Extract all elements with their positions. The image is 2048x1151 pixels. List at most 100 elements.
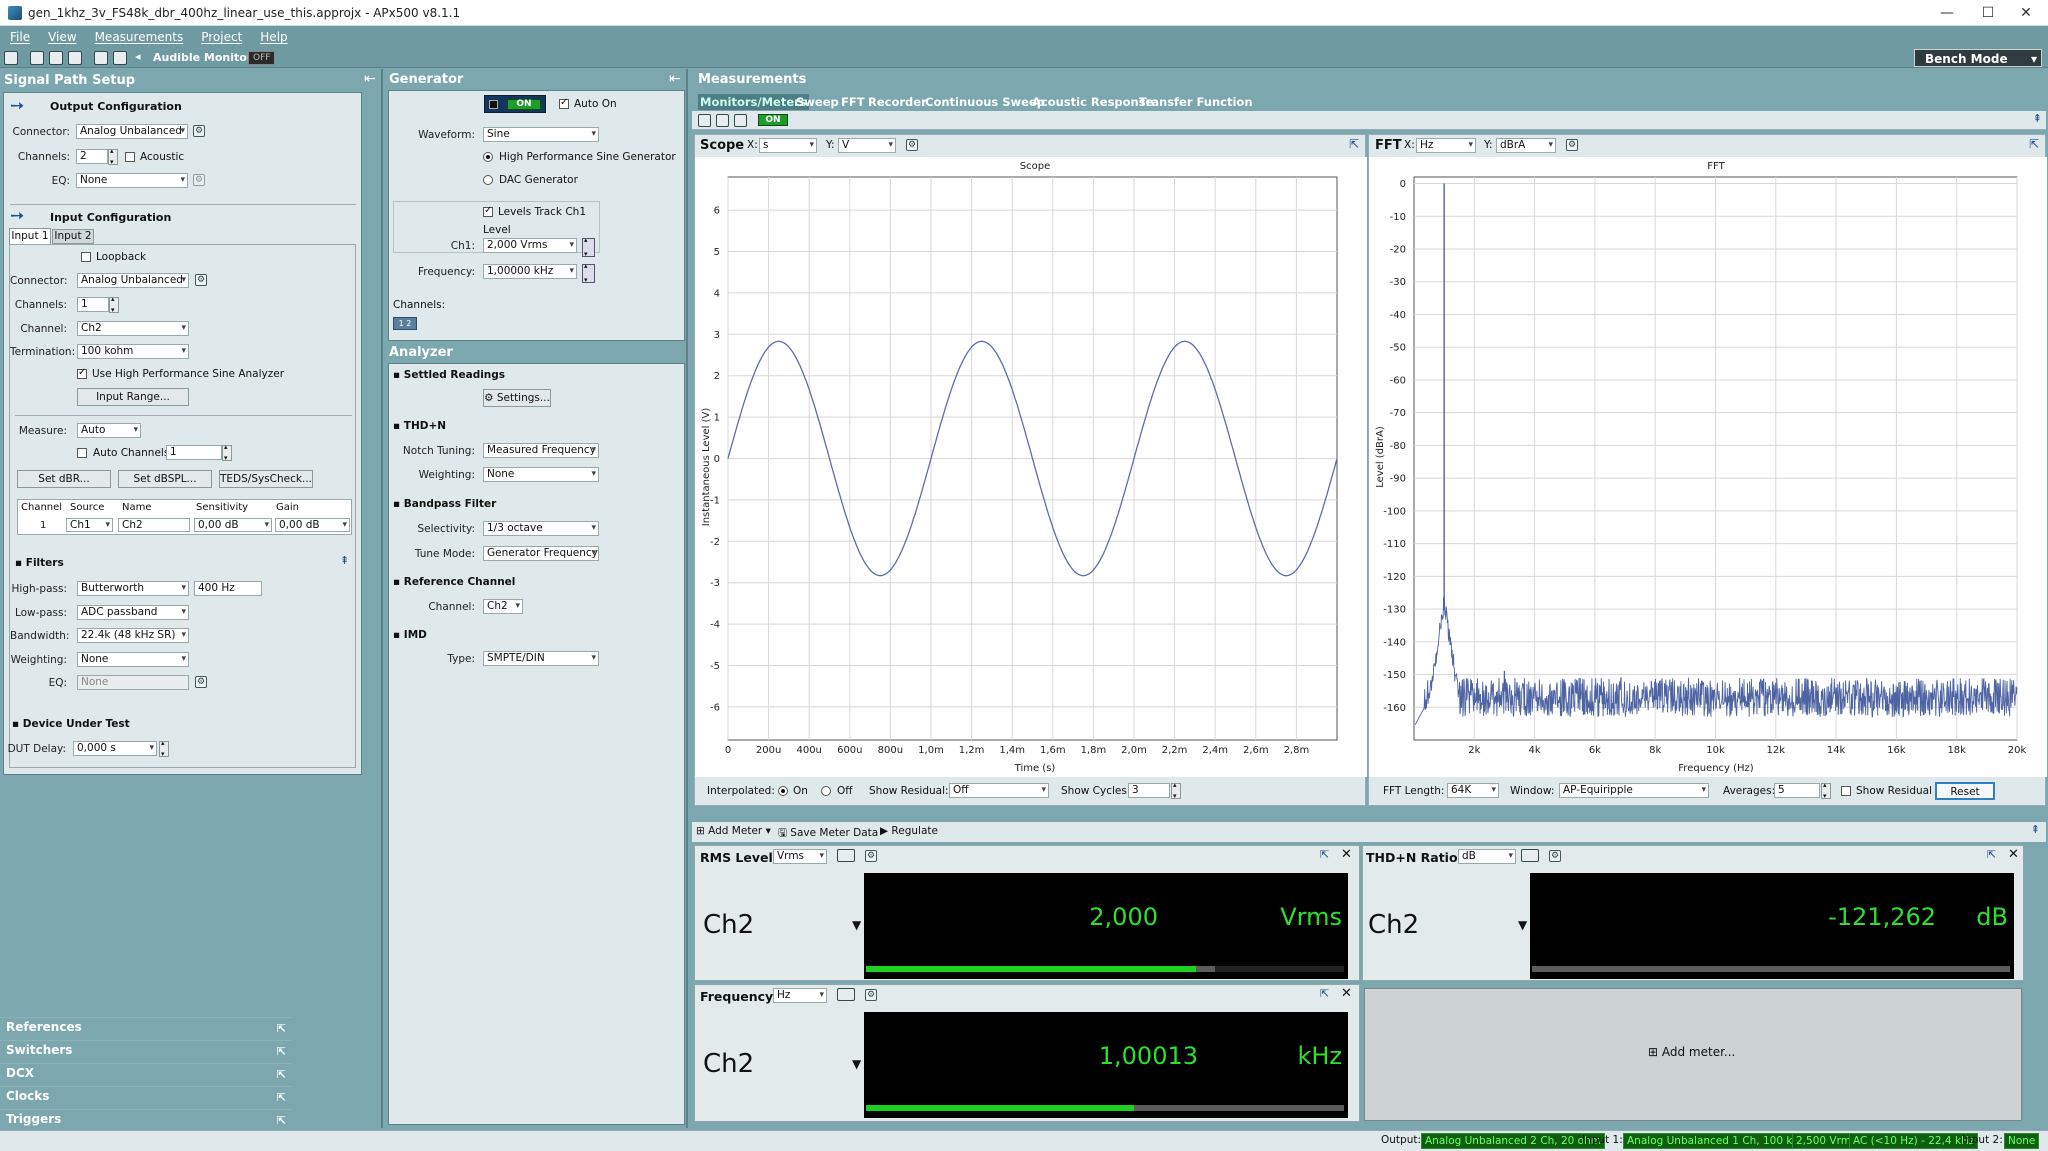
menu-view[interactable]: View [48,30,76,44]
termination-select[interactable]: 100 kohm [77,344,189,359]
channel-dropdown-icon[interactable]: ▼ [852,918,861,932]
loopback-checkbox[interactable] [81,252,91,262]
ref-channel-select[interactable]: Ch2 [483,599,523,614]
table-gain-select[interactable]: 0,00 dB [275,518,350,532]
highpass-freq-input[interactable]: 400 Hz [194,581,262,596]
popout-icon[interactable]: ⇱ [1987,848,1996,861]
acoustic-checkbox[interactable] [125,152,135,162]
save-meter-data-button[interactable]: 🖫 Save Meter Data [778,825,878,843]
hp-sine-radio[interactable] [483,152,493,162]
show-residual-checkbox[interactable] [1841,786,1851,796]
tab-input-2[interactable]: Input 2 [52,229,94,244]
fft-x-unit-select[interactable]: Hz [1416,138,1476,153]
auto-channels-input[interactable]: 1 [166,445,222,460]
table-source-select[interactable]: Ch1 [66,518,113,532]
open-icon[interactable] [30,51,44,65]
status-input1[interactable]: Analog Unbalanced 1 Ch, 100 kohm [1623,1133,1820,1149]
input-channels-input[interactable]: 1 [77,297,109,312]
notch-tuning-select[interactable]: Measured Frequency [483,443,599,458]
meter-options-icon[interactable] [837,849,855,862]
settled-settings-button[interactable]: ⚙ Settings... [483,389,551,407]
dut-delay-input[interactable]: 0,000 s [73,741,157,756]
graph-icon[interactable] [734,114,747,127]
waveform-select[interactable]: Sine [483,127,599,142]
gear-icon[interactable]: ⚙ [906,139,918,151]
selectivity-select[interactable]: 1/3 octave [483,521,599,536]
ch1-level-stepper[interactable] [582,236,595,258]
close-meter-icon[interactable]: ✕ [1341,847,1352,862]
input-connector-select[interactable]: Analog Unbalanced [77,273,189,288]
set-dbspl-button[interactable]: Set dBSPL... [118,470,212,488]
pin-icon[interactable]: ⇤ [669,71,681,87]
popout-icon[interactable]: ⇱ [2029,137,2039,151]
report-icon[interactable] [94,51,108,65]
tab-transfer-function[interactable]: Transfer Function [1139,95,1253,109]
bandwidth-select[interactable]: 22.4k (48 kHz SR) [77,628,189,643]
show-cycles-stepper[interactable] [1171,781,1181,800]
close-icon[interactable]: ✕ [2004,0,2048,26]
tab-input-1[interactable]: Input 1 [9,228,51,244]
menu-project[interactable]: Project [201,30,242,44]
save-icon[interactable] [49,51,63,65]
dut-delay-stepper[interactable] [159,739,169,758]
auto-channels-stepper[interactable] [222,443,232,462]
highpass-select[interactable]: Butterworth [77,581,189,596]
nav-clocks[interactable]: Clocks ⇱ [0,1086,292,1104]
meter-unit-select[interactable]: dB [1458,849,1516,864]
input-channel-select[interactable]: Ch2 [77,321,189,336]
tab-acoustic-response[interactable]: Acoustic Response [1032,95,1153,109]
meter-layout-icon[interactable] [698,114,711,127]
channel-toggle-1-2[interactable]: 1 2 [393,317,417,330]
interpolated-on-radio[interactable] [778,786,788,796]
menu-file[interactable]: File [10,30,30,44]
dac-generator-radio[interactable] [483,175,493,185]
gear-icon[interactable]: ⚙ [865,989,877,1001]
add-meter-button[interactable]: ⊞ Add Meter ▾ [696,825,771,837]
averages-stepper[interactable] [1821,781,1831,800]
meter-unit-select[interactable]: Hz [773,988,827,1003]
fft-length-select[interactable]: 64K [1447,783,1499,798]
interpolated-off-radio[interactable] [821,786,831,796]
tab-recorder[interactable]: Recorder [868,95,927,109]
gear-icon[interactable]: ⚙ [195,676,207,688]
frequency-stepper[interactable] [582,262,595,284]
graph-icon[interactable] [113,51,127,65]
reset-button[interactable]: Reset [1935,782,1995,800]
measure-select[interactable]: Auto [77,423,141,438]
lowpass-select[interactable]: ADC passband [77,605,189,620]
pin-icon[interactable]: ⇤ [364,71,376,87]
imd-type-select[interactable]: SMPTE/DIN [483,651,599,666]
set-dbr-button[interactable]: Set dBR... [17,470,111,488]
show-residual-select[interactable]: Off [949,783,1049,798]
channel-dropdown-icon[interactable]: ▼ [852,1057,861,1071]
menu-measurements[interactable]: Measurements [95,30,184,44]
bench-mode-select[interactable]: Bench Mode ▾ [1914,49,2042,67]
collapse-icon[interactable]: ⇞ [340,554,349,567]
close-meter-icon[interactable]: ✕ [2008,847,2019,862]
tab-monitors-meters[interactable]: Monitors/Meters [698,94,809,110]
tab-continuous-sweep[interactable]: Continuous Sweep [925,95,1045,109]
collapse-icon[interactable]: ⇞ [2033,112,2042,125]
popout-icon[interactable]: ⇱ [1320,987,1329,1000]
meter-options-icon[interactable] [1521,849,1539,862]
generator-on-button[interactable]: ON [484,95,546,113]
analyzer-weighting-select[interactable]: None [483,467,599,482]
meter-options-icon[interactable] [837,988,855,1001]
channel-dropdown-icon[interactable]: ▼ [1518,918,1527,932]
output-channels-stepper[interactable] [108,147,118,166]
nav-switchers[interactable]: Switchers ⇱ [0,1040,292,1058]
averages-input[interactable]: 5 [1774,783,1820,798]
auto-channels-checkbox[interactable] [77,448,87,458]
minimize-icon[interactable]: — [1925,0,1969,26]
close-meter-icon[interactable]: ✕ [1341,986,1352,1001]
ch1-level-input[interactable]: 2,000 Vrms [483,238,577,253]
measurements-on-toggle[interactable]: ON [758,114,788,126]
popout-icon[interactable]: ⇱ [1320,848,1329,861]
tab-sweep[interactable]: Sweep [796,95,839,109]
status-input2[interactable]: None [2004,1133,2040,1149]
show-cycles-input[interactable]: 3 [1128,783,1170,798]
nav-triggers[interactable]: Triggers ⇱ [0,1109,292,1127]
gear-icon[interactable]: ⚙ [1549,850,1561,862]
auto-on-checkbox[interactable] [559,97,569,109]
output-connector-select[interactable]: Analog Unbalanced [76,124,188,139]
